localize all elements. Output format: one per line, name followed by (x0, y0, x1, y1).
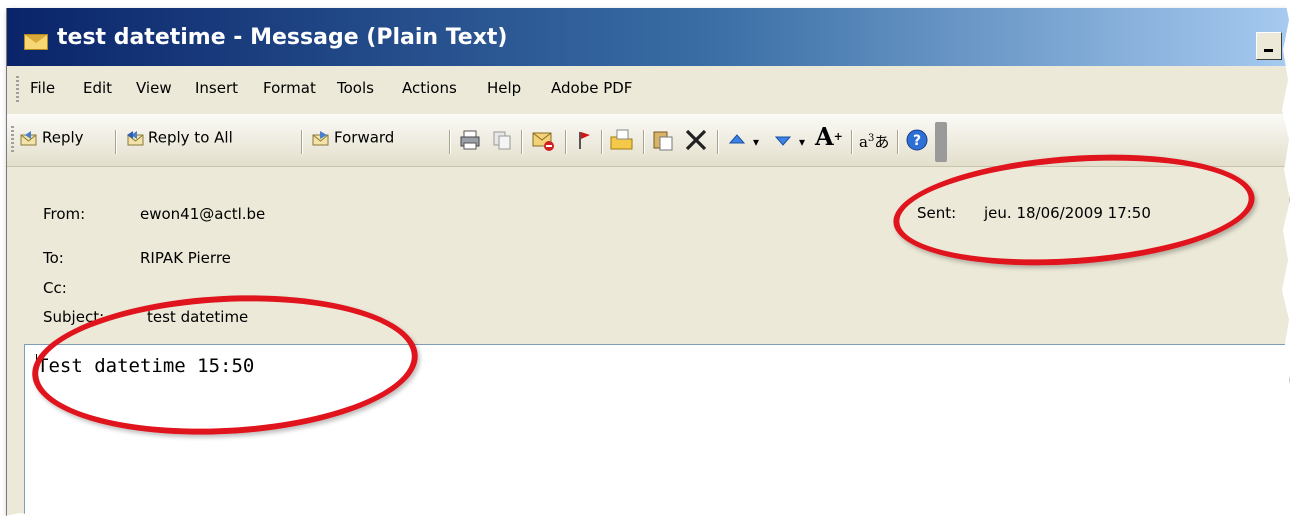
cc-label: Cc: (43, 279, 67, 297)
move-to-folder-icon[interactable] (609, 128, 635, 152)
minimize-icon (1264, 49, 1273, 52)
print-icon[interactable] (459, 129, 481, 151)
envelope-icon (24, 34, 48, 50)
toolbar-separator (717, 130, 719, 154)
reply-label: Reply (42, 128, 84, 147)
previous-dropdown-icon[interactable]: ▾ (753, 132, 759, 152)
toolbar-separator (601, 130, 603, 154)
menu-tools[interactable]: Tools (337, 79, 374, 97)
toolbar-separator (301, 130, 303, 154)
menu-view[interactable]: View (136, 79, 172, 97)
forward-label: Forward (334, 128, 395, 147)
previous-item-icon[interactable] (727, 130, 747, 150)
torn-edge-right (1282, 0, 1299, 529)
reply-to-all-label: Reply to All (148, 128, 233, 147)
menu-help[interactable]: Help (487, 79, 521, 97)
menu-format[interactable]: Format (263, 79, 316, 97)
font-size-icon[interactable]: A+ (815, 125, 843, 149)
menu-adobe-pdf[interactable]: Adobe PDF (551, 79, 632, 97)
to-value[interactable]: RIPAK Pierre (140, 249, 231, 267)
paste-icon[interactable] (651, 128, 675, 152)
menu-edit[interactable]: Edit (83, 79, 112, 97)
from-value[interactable]: ewon41@actl.be (140, 205, 265, 223)
menu-actions[interactable]: Actions (402, 79, 457, 97)
title-bar[interactable]: test datetime - Message (Plain Text) (7, 8, 1289, 66)
toolbar-grip-icon[interactable] (11, 126, 14, 152)
menu-insert[interactable]: Insert (195, 79, 238, 97)
message-window: test datetime - Message (Plain Text) Fil… (6, 8, 1289, 520)
toolbar-overflow-button[interactable] (935, 122, 947, 162)
forward-button[interactable]: Forward (311, 128, 394, 152)
delete-icon[interactable] (683, 127, 709, 153)
help-icon[interactable]: ? (905, 128, 929, 152)
toolbar-separator (851, 130, 853, 154)
menu-grip-icon[interactable] (16, 76, 19, 102)
toolbar-separator (449, 130, 451, 154)
window-title: test datetime - Message (Plain Text) (57, 25, 508, 50)
toolbar-separator (565, 130, 567, 154)
copy-icon[interactable] (491, 129, 513, 151)
menu-bar: File Edit View Insert Format Tools Actio… (7, 66, 1289, 112)
toolbar-separator (115, 130, 117, 154)
svg-text:?: ? (913, 133, 921, 149)
flag-icon[interactable] (573, 129, 593, 151)
to-label: To: (43, 249, 64, 267)
menu-file[interactable]: File (30, 79, 55, 97)
torn-edge-bottom (0, 512, 1299, 529)
toolbar-separator (521, 130, 523, 154)
reply-all-icon (127, 130, 144, 145)
next-dropdown-icon[interactable]: ▾ (799, 132, 805, 152)
next-item-icon[interactable] (773, 130, 793, 150)
toolbar-separator (643, 130, 645, 154)
reply-to-all-button[interactable]: Reply to All (125, 128, 233, 152)
encoding-icon[interactable]: a3あ (859, 128, 889, 153)
reply-button[interactable]: Reply (19, 128, 84, 152)
delete-mail-icon[interactable] (531, 128, 555, 152)
from-label: From: (43, 205, 86, 223)
toolbar-separator (897, 130, 899, 154)
forward-icon (312, 130, 329, 145)
reply-icon (20, 130, 37, 145)
